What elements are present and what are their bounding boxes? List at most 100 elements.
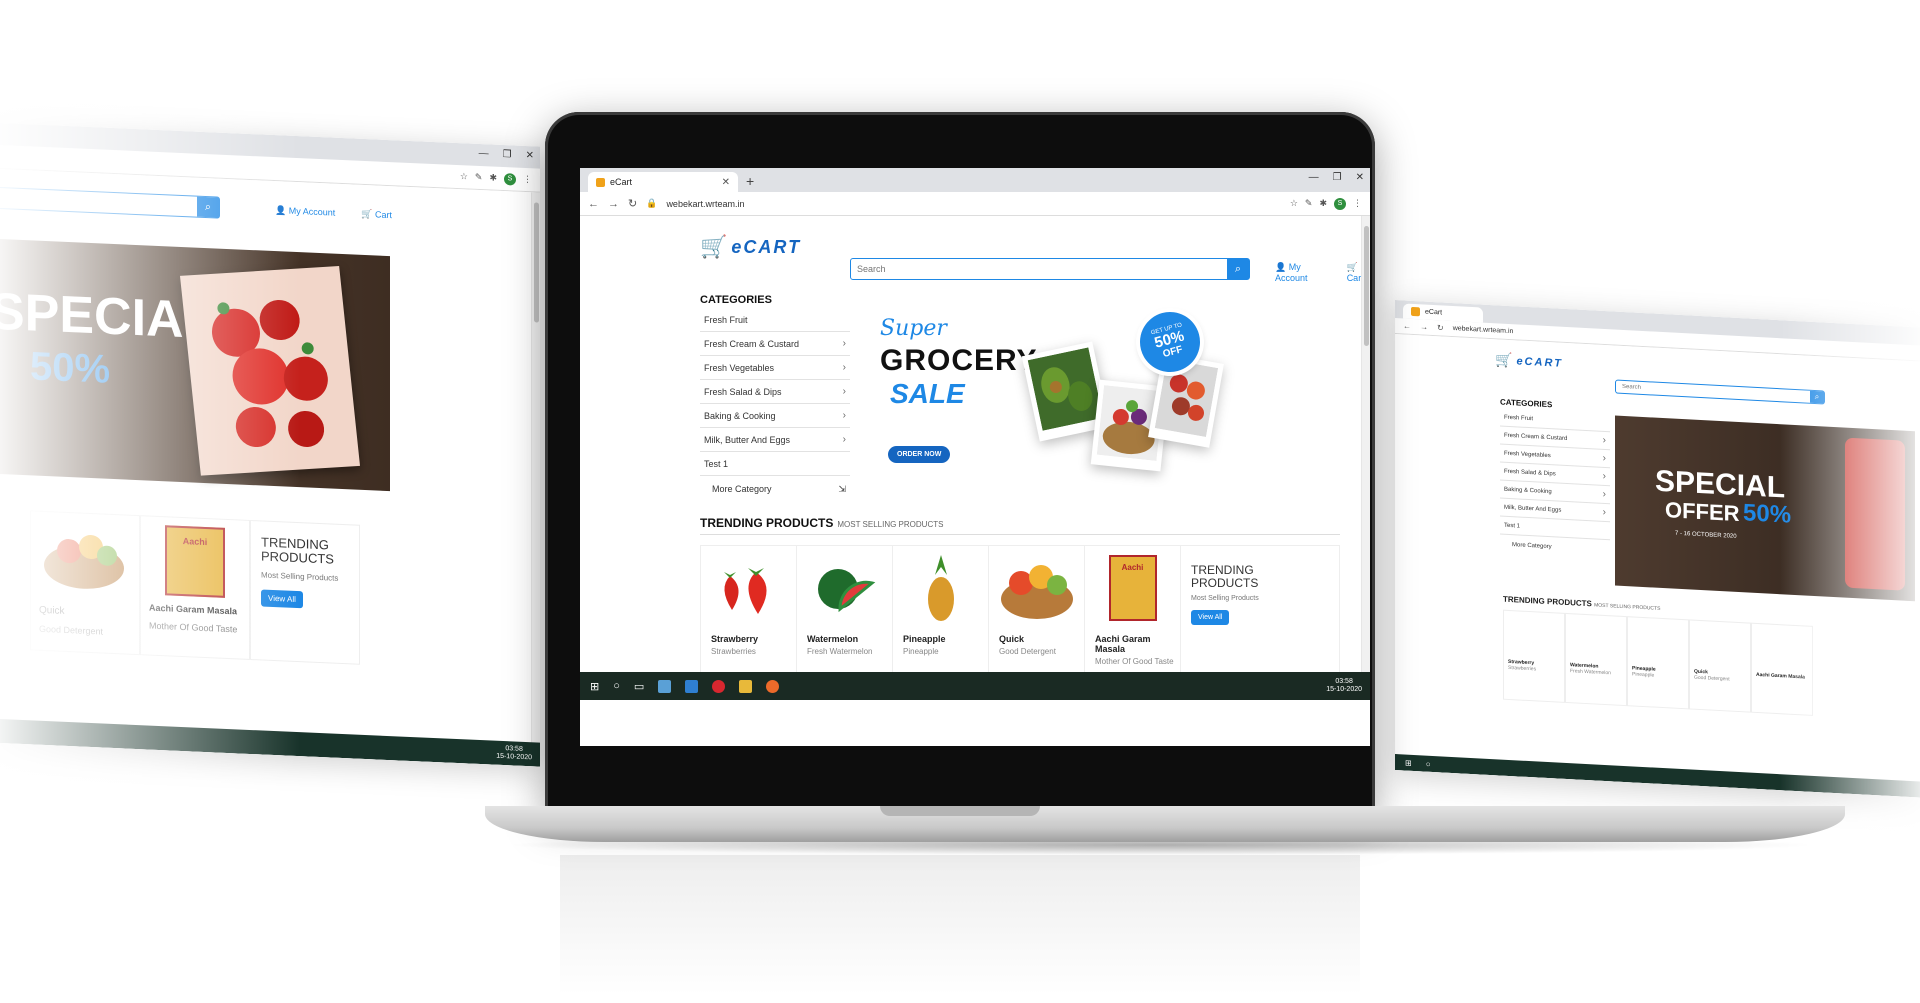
browser-tab[interactable]: eCart ✕ bbox=[588, 172, 738, 192]
star-icon[interactable]: ☆ bbox=[1290, 198, 1298, 209]
task-view-icon[interactable]: ▭ bbox=[634, 680, 644, 693]
app-icon[interactable] bbox=[685, 679, 699, 693]
search-taskbar-icon[interactable]: ○ bbox=[613, 680, 620, 692]
reload-icon[interactable]: ↻ bbox=[628, 197, 637, 210]
trending-card: TRENDING PRODUCTS Most Selling Products … bbox=[250, 519, 360, 665]
maximize-icon[interactable]: ❐ bbox=[503, 149, 512, 160]
scrollbar[interactable] bbox=[531, 192, 540, 767]
product-card[interactable]: Watermelon Fresh Watermelon bbox=[797, 546, 893, 676]
mockup-stage: — ❐ ✕ ☆ ✎ ✱ S ⋮ ⌕ 👤 My Account 🛒 Cart bbox=[0, 0, 1920, 1003]
my-account-link[interactable]: 👤 My Account bbox=[275, 205, 335, 219]
chevron-right-icon: › bbox=[842, 362, 846, 373]
chevron-right-icon: › bbox=[1602, 470, 1606, 483]
product-name: Strawberry bbox=[711, 634, 759, 644]
product-card[interactable]: Pineapple Pineapple bbox=[1627, 616, 1689, 710]
right-site: 🛒 eCART ⌕ CATEGORIES Fresh Fruit Fresh C… bbox=[1395, 334, 1920, 799]
ecart-site: 🛒 eCART ⌕ 👤 My Account 🛒 Cart CATEGORIES… bbox=[580, 216, 1370, 700]
right-products: Strawberry Strawberries Watermelon Fresh W… bbox=[1503, 609, 1813, 716]
product-card[interactable]: Aachi Aachi Garam Masala Mother Of Good … bbox=[140, 515, 250, 660]
trending-title: TRENDING PRODUCTS MOST SELLING PRODUCTS bbox=[700, 516, 1340, 535]
reload-icon[interactable]: ↻ bbox=[1437, 323, 1444, 332]
search-input[interactable] bbox=[1616, 380, 1810, 403]
extension-icon[interactable]: ✎ bbox=[475, 172, 483, 183]
product-card[interactable]: Aachi Garam Masala bbox=[1751, 622, 1813, 716]
tomato-image bbox=[1845, 437, 1905, 591]
user-icon: 👤 bbox=[1275, 262, 1287, 272]
category-item[interactable]: Fresh Salad & Dips › bbox=[700, 380, 850, 404]
product-card[interactable]: Watermelon Fresh Watermelon bbox=[1565, 612, 1627, 707]
my-account-link[interactable]: 👤 My Account bbox=[1275, 262, 1321, 283]
maximize-icon[interactable]: ❐ bbox=[1333, 172, 1342, 183]
site-logo[interactable]: 🛒 eCART bbox=[700, 234, 801, 260]
product-card[interactable]: Quick Good Detergent bbox=[30, 510, 140, 656]
search-icon[interactable]: ⌕ bbox=[1227, 259, 1249, 279]
category-item[interactable]: Baking & Cooking › bbox=[700, 404, 850, 428]
category-item[interactable]: Fresh Cream & Custard › bbox=[700, 332, 850, 356]
scrollbar-thumb[interactable] bbox=[1364, 226, 1369, 346]
masala-pack-image: Aachi bbox=[165, 525, 225, 598]
scrollbar[interactable] bbox=[1361, 216, 1370, 700]
menu-icon[interactable]: ⋮ bbox=[1353, 198, 1362, 209]
opera-icon[interactable] bbox=[712, 679, 726, 693]
close-icon[interactable]: ✕ bbox=[1356, 172, 1364, 183]
menu-icon[interactable]: ⋮ bbox=[523, 174, 532, 185]
category-item[interactable]: Test 1 bbox=[700, 452, 850, 476]
search-taskbar-icon[interactable]: ○ bbox=[1426, 759, 1431, 768]
minimize-icon[interactable]: — bbox=[479, 148, 489, 159]
search-icon[interactable]: ⌕ bbox=[197, 196, 219, 218]
strawberry-image bbox=[709, 554, 789, 622]
new-tab-icon[interactable]: + bbox=[746, 173, 754, 189]
close-icon[interactable]: ✕ bbox=[526, 150, 534, 161]
back-icon[interactable]: ← bbox=[588, 198, 599, 210]
search-icon[interactable]: ⌕ bbox=[1810, 390, 1824, 404]
category-item[interactable]: Fresh Vegetables › bbox=[700, 356, 850, 380]
product-card[interactable]: Aachi Aachi Garam Masala Mother Of Good … bbox=[1085, 546, 1181, 676]
window-controls: — ❐ ✕ bbox=[1309, 172, 1364, 183]
product-card[interactable]: Quick Good Detergent bbox=[1689, 619, 1751, 713]
star-icon[interactable]: ☆ bbox=[460, 171, 468, 182]
tab-close-icon[interactable]: ✕ bbox=[722, 177, 730, 188]
cart-link[interactable]: 🛒 Cart bbox=[361, 209, 392, 221]
favicon-icon bbox=[1411, 306, 1420, 317]
site-logo[interactable]: 🛒 eCART bbox=[1495, 351, 1563, 372]
laptop-base bbox=[485, 806, 1845, 842]
search-input[interactable] bbox=[0, 185, 197, 217]
firefox-icon[interactable] bbox=[766, 679, 780, 693]
windows-icon[interactable]: ⊞ bbox=[1405, 758, 1412, 767]
product-card[interactable]: Strawberry Strawberries bbox=[1503, 609, 1565, 703]
minimize-icon[interactable]: — bbox=[1309, 172, 1319, 183]
tab-title: eCart bbox=[610, 177, 633, 187]
product-card[interactable]: Strawberry Strawberries bbox=[701, 546, 797, 676]
product-card[interactable]: Quick Good Detergent bbox=[989, 546, 1085, 676]
extension-icon[interactable]: ✎ bbox=[1305, 198, 1313, 209]
chevron-right-icon: › bbox=[1602, 506, 1606, 519]
view-all-button[interactable]: View All bbox=[1191, 610, 1230, 626]
cart-icon: 🛒 bbox=[1346, 262, 1358, 272]
banner-percent-text: 50% bbox=[30, 344, 111, 392]
category-item[interactable]: Milk, Butter And Eggs › bbox=[700, 428, 850, 452]
view-all-button[interactable]: View All bbox=[261, 589, 303, 608]
product-card[interactable]: Pineapple Pineapple bbox=[893, 546, 989, 676]
puzzle-icon[interactable]: ✱ bbox=[1319, 198, 1327, 209]
product-name: Watermelon bbox=[807, 634, 859, 644]
order-now-button[interactable]: ORDER NOW bbox=[888, 446, 951, 463]
more-category-link[interactable]: More Category ⇲ bbox=[700, 476, 850, 502]
taskbar: 03:58 15-10-2020 bbox=[0, 716, 540, 767]
url-text[interactable]: webekart.wrteam.in bbox=[666, 199, 1280, 209]
folder-icon[interactable] bbox=[739, 679, 753, 693]
scrollbar-thumb[interactable] bbox=[534, 202, 539, 323]
forward-icon[interactable]: → bbox=[1420, 322, 1428, 331]
header-links: 👤 My Account 🛒 Cart bbox=[275, 205, 392, 221]
puzzle-icon[interactable]: ✱ bbox=[489, 172, 497, 183]
profile-avatar[interactable]: S bbox=[1334, 197, 1346, 210]
forward-icon[interactable]: → bbox=[608, 198, 619, 210]
logo-text: eCART bbox=[731, 236, 802, 257]
windows-icon[interactable]: ⊞ bbox=[590, 680, 599, 693]
browser-app-icon[interactable] bbox=[658, 679, 672, 693]
category-item[interactable]: Fresh Fruit bbox=[700, 308, 850, 332]
profile-avatar[interactable]: S bbox=[504, 172, 516, 186]
trending-card-title: TRENDING PRODUCTS bbox=[261, 534, 334, 567]
hero-banner[interactable]: Super GROCERY SALE ORDER NOW GET UP TO 5… bbox=[860, 298, 1330, 508]
search-input[interactable] bbox=[851, 259, 1227, 279]
back-icon[interactable]: ← bbox=[1403, 321, 1411, 330]
